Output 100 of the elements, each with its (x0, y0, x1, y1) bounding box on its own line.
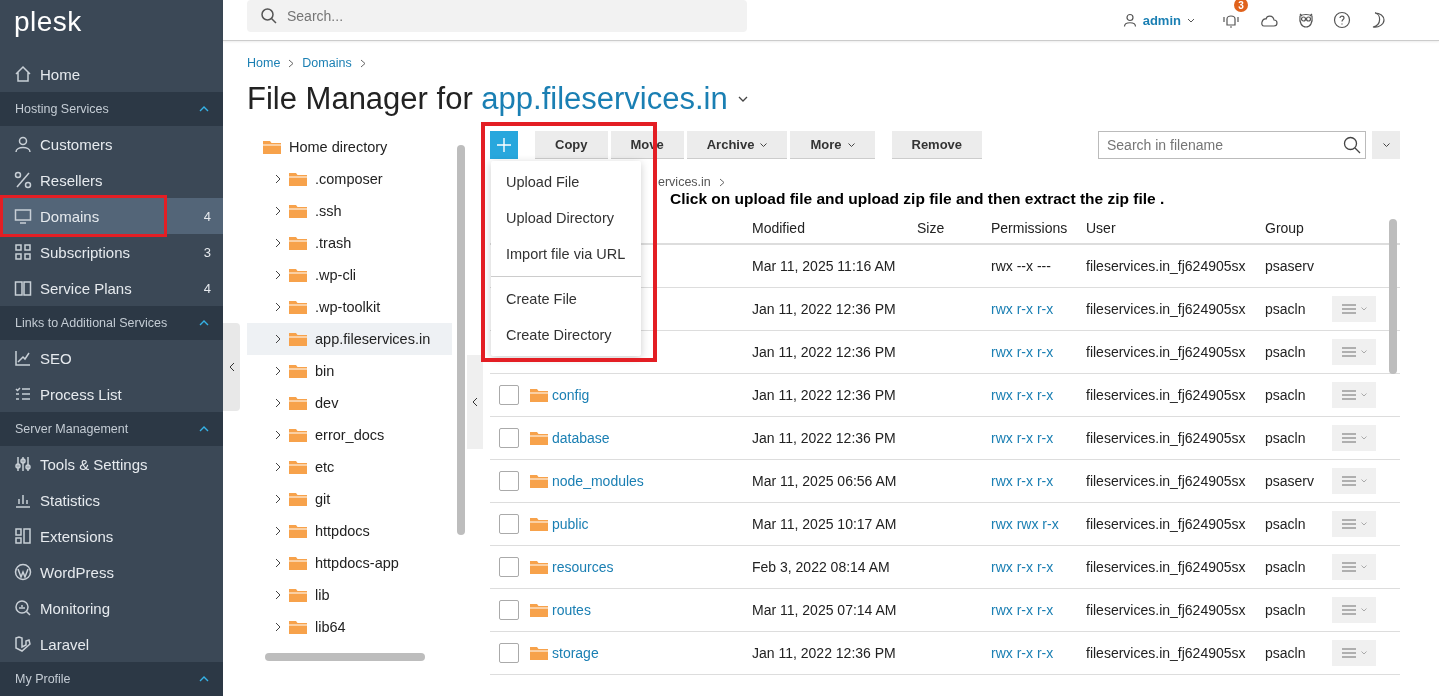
toolbar-button[interactable]: More (790, 131, 875, 159)
column-header[interactable]: Size (917, 220, 991, 236)
expand-icon[interactable] (275, 558, 281, 568)
plesk-logo[interactable]: plesk (0, 0, 82, 56)
expand-icon[interactable] (275, 302, 281, 312)
tree-item[interactable]: httpdocs-app (247, 547, 452, 579)
tree-item[interactable]: error_docs (247, 419, 452, 451)
section-header[interactable]: My Profile (0, 662, 223, 696)
row-checkbox[interactable] (499, 600, 519, 620)
breadcrumb-link[interactable]: Home (247, 56, 281, 70)
permissions-link[interactable]: rwx r-x r-x (991, 430, 1086, 446)
folder-link[interactable]: storage (552, 645, 599, 661)
expand-icon[interactable] (275, 366, 281, 376)
nav-item[interactable]: Statistics (0, 482, 223, 518)
chevron-icon[interactable] (199, 106, 209, 112)
nav-item[interactable]: Laravel (0, 626, 223, 662)
owl-icon[interactable] (1297, 11, 1315, 29)
permissions-link[interactable]: rwx r-x r-x (991, 602, 1086, 618)
tree-item[interactable]: .ssh (247, 195, 452, 227)
tree-item[interactable]: .trash (247, 227, 452, 259)
collapse-handle[interactable] (467, 355, 483, 449)
nav-item[interactable]: Process List (0, 376, 223, 412)
folder-link[interactable]: resources (552, 559, 614, 575)
chevron-icon[interactable] (199, 426, 209, 432)
toolbar-button[interactable]: Archive (686, 131, 788, 159)
folder-link[interactable]: node_modules (552, 473, 644, 489)
row-checkbox[interactable] (499, 643, 519, 663)
row-checkbox[interactable] (499, 514, 519, 534)
column-header[interactable]: User (1086, 220, 1265, 236)
menu-item[interactable]: Create Directory (491, 317, 641, 353)
toolbar-button[interactable]: Remove (891, 131, 983, 159)
expand-icon[interactable] (275, 238, 281, 248)
row-checkbox[interactable] (499, 471, 519, 491)
section-header[interactable]: Hosting Services (0, 92, 223, 126)
tree-item[interactable]: httpdocs (247, 515, 452, 547)
expand-icon[interactable] (275, 590, 281, 600)
nav-item[interactable]: SEO (0, 340, 223, 376)
folder-link[interactable]: database (552, 430, 610, 446)
nav-item[interactable]: Customers (0, 126, 223, 162)
expand-icon[interactable] (275, 622, 281, 632)
expand-icon[interactable] (275, 526, 281, 536)
section-header[interactable]: Server Management (0, 412, 223, 446)
row-checkbox[interactable] (499, 557, 519, 577)
folder-link[interactable]: public (552, 516, 589, 532)
nav-item[interactable]: Extensions (0, 518, 223, 554)
row-checkbox[interactable] (499, 385, 519, 405)
permissions-link[interactable]: rwx r-x r-x (991, 473, 1086, 489)
menu-item[interactable]: Create File (491, 281, 641, 317)
permissions-link[interactable]: rwx r-x r-x (991, 301, 1086, 317)
nav-item[interactable]: WordPress (0, 554, 223, 590)
expand-icon[interactable] (275, 206, 281, 216)
nav-item[interactable]: Resellers (0, 162, 223, 198)
tree-item[interactable]: lib64 (247, 611, 452, 643)
nav-item[interactable]: Home (0, 56, 223, 92)
toolbar-button[interactable]: Copy (535, 131, 608, 159)
permissions-link[interactable]: rwx rwx r-x (991, 516, 1086, 532)
tree-item[interactable]: git (247, 483, 452, 515)
expand-icon[interactable] (275, 270, 281, 280)
row-checkbox[interactable] (499, 428, 519, 448)
breadcrumb-link[interactable]: Domains (302, 56, 352, 70)
collapse-handle[interactable] (223, 323, 240, 411)
caret-icon[interactable] (737, 96, 748, 102)
permissions-link[interactable]: rwx r-x r-x (991, 387, 1086, 403)
expand-icon[interactable] (275, 174, 281, 184)
tree-item[interactable]: .composer (247, 163, 452, 195)
column-header[interactable]: Modified (752, 220, 917, 236)
chevron-icon[interactable] (199, 320, 209, 326)
chevron-icon[interactable] (199, 676, 209, 682)
user-menu[interactable]: admin (1122, 12, 1195, 28)
nav-item[interactable]: Service Plans 4 (0, 270, 223, 306)
tree-item[interactable]: bin (247, 355, 452, 387)
column-header[interactable]: Group (1265, 220, 1332, 236)
tree-item[interactable]: Home directory (247, 131, 452, 163)
column-header[interactable]: Permissions (991, 220, 1086, 236)
expand-icon[interactable] (275, 430, 281, 440)
nav-item[interactable]: Tools & Settings (0, 446, 223, 482)
domain-link[interactable]: app.fileservices.in (481, 80, 728, 118)
menu-item[interactable]: Import file via URL (491, 236, 641, 272)
path-breadcrumb[interactable]: ervices.in (658, 175, 711, 189)
permissions-link[interactable]: rwx r-x r-x (991, 645, 1086, 661)
section-header[interactable]: Links to Additional Services (0, 306, 223, 340)
nav-item[interactable]: Monitoring (0, 590, 223, 626)
nav-item[interactable]: Subscriptions 3 (0, 234, 223, 270)
expand-icon[interactable] (275, 398, 281, 408)
scrollbar[interactable] (1389, 219, 1397, 374)
menu-item[interactable]: Upload File (491, 164, 641, 200)
expand-icon[interactable] (275, 334, 281, 344)
nav-item[interactable]: Domains 4 (0, 198, 223, 234)
tree-item[interactable]: .wp-toolkit (247, 291, 452, 323)
permissions-link[interactable]: rwx r-x r-x (991, 559, 1086, 575)
tree-item[interactable]: app.fileservices.in (247, 323, 452, 355)
tree-item[interactable]: lib (247, 579, 452, 611)
filename-search-field[interactable]: Search in filename (1098, 131, 1366, 159)
tree-item[interactable]: .wp-cli (247, 259, 452, 291)
permissions-link[interactable]: rwx r-x r-x (991, 344, 1086, 360)
scrollbar[interactable] (265, 653, 425, 661)
scrollbar[interactable] (457, 145, 465, 535)
cloud-icon[interactable] (1259, 13, 1279, 27)
search-field[interactable]: Search... (247, 0, 747, 32)
expand-icon[interactable] (275, 462, 281, 472)
